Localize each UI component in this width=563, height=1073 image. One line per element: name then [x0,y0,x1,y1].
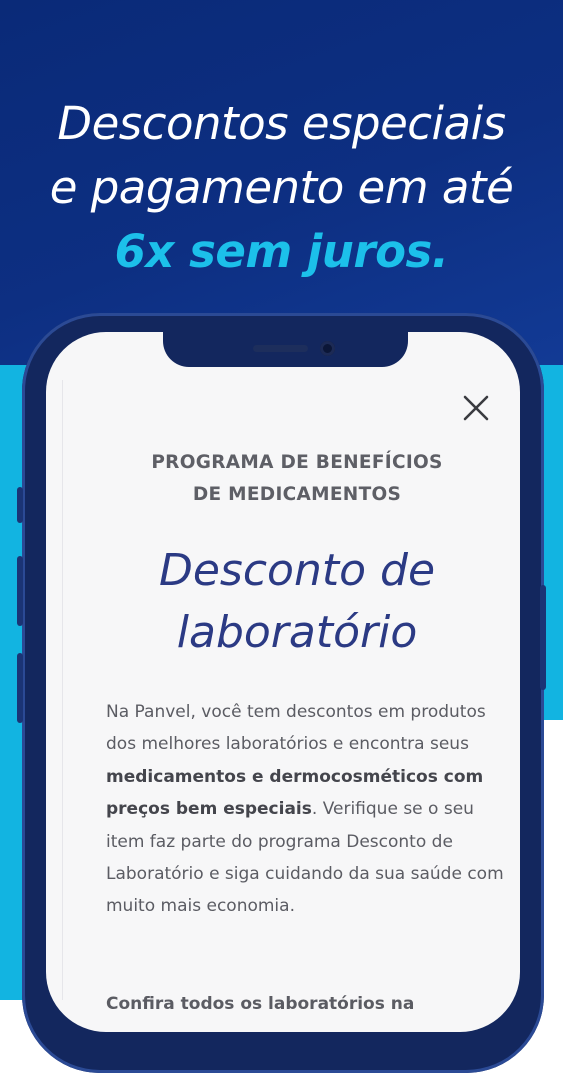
phone-screen [46,332,520,1032]
phone-volume-down-button [17,653,23,723]
cut-off-text: Confira todos os laboratórios na [106,994,415,1014]
eyebrow-line-2: DE MEDICAMENTOS [192,484,402,505]
phone-mute-button [17,487,23,523]
modal-title: Desconto de laboratório [62,540,532,664]
headline-line-1: Descontos especiais [57,97,506,150]
phone-camera [320,341,335,356]
phone-power-button [540,585,546,690]
phone-volume-up-button [17,556,23,626]
title-line-2: laboratório [176,607,418,658]
promo-headline: Descontos especiais e pagamento em até 6… [0,92,563,284]
eyebrow-line-1: PROGRAMA DE BENEFÍCIOS [151,452,443,473]
close-icon [463,395,489,421]
modal-eyebrow: PROGRAMA DE BENEFÍCIOS DE MEDICAMENTOS [62,447,532,511]
headline-accent: 6x sem juros. [114,225,449,278]
close-button[interactable] [458,390,494,426]
headline-line-2: e pagamento em até [49,161,514,214]
title-line-1: Desconto de [158,545,436,596]
modal-description: Na Panvel, você tem descontos em produto… [106,696,506,923]
description-text-1: Na Panvel, você tem descontos em produto… [106,702,486,755]
phone-speaker [253,345,308,352]
